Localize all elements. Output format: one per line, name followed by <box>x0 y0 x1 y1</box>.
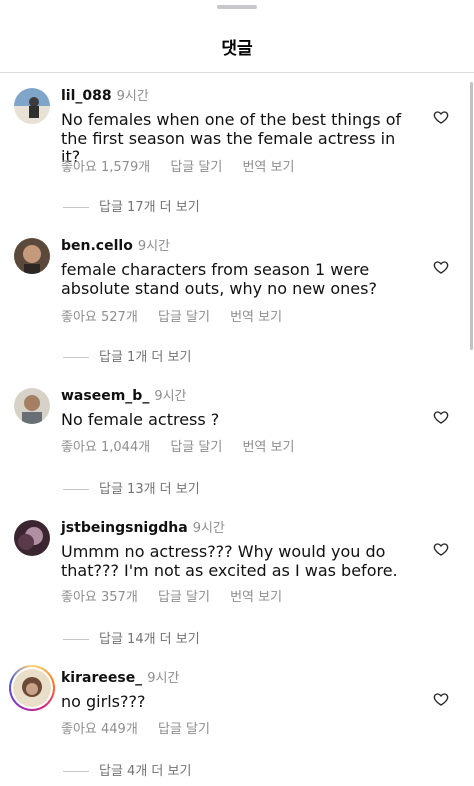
heart-icon[interactable] <box>433 691 449 707</box>
translate-button[interactable]: 번역 보기 <box>242 160 294 175</box>
view-replies-label: 답글 14개 더 보기 <box>99 632 200 647</box>
like-count[interactable]: 좋아요 357개 <box>61 590 138 605</box>
reply-button[interactable]: 답글 달기 <box>170 160 222 175</box>
comment-header: ben.cello 9시간 <box>61 238 170 255</box>
comment-text: No female actress ? <box>61 410 220 429</box>
replies-line <box>63 489 89 490</box>
reply-button[interactable]: 답글 달기 <box>158 310 210 325</box>
comments-title: 댓글 <box>221 39 253 59</box>
translate-button[interactable]: 번역 보기 <box>230 310 282 325</box>
comment-actions: 좋아요 1,579개 답글 달기 번역 보기 <box>61 156 310 175</box>
username[interactable]: waseem_b_ <box>61 388 149 404</box>
like-count[interactable]: 좋아요 449개 <box>61 722 138 737</box>
replies-line <box>63 639 89 640</box>
reply-button[interactable]: 답글 달기 <box>170 440 222 455</box>
view-replies-label: 답글 17개 더 보기 <box>99 200 200 215</box>
timestamp: 9시간 <box>154 389 187 404</box>
avatar[interactable] <box>14 88 50 124</box>
comment-text: female characters from season 1 were abs… <box>61 260 377 298</box>
reply-button[interactable]: 답글 달기 <box>158 590 210 605</box>
like-count[interactable]: 좋아요 1,044개 <box>61 440 150 455</box>
timestamp: 9시간 <box>192 521 225 536</box>
username[interactable]: jstbeingsnigdha <box>61 520 188 536</box>
view-replies-button[interactable]: 답글 4개 더 보기 <box>63 760 191 779</box>
view-replies-label: 답글 1개 더 보기 <box>99 350 192 365</box>
heart-icon[interactable] <box>433 109 449 125</box>
view-replies-label: 답글 4개 더 보기 <box>99 764 192 779</box>
avatar[interactable] <box>14 238 50 274</box>
timestamp: 9시간 <box>137 239 171 254</box>
view-replies-button[interactable]: 답글 13개 더 보기 <box>63 478 200 497</box>
heart-icon[interactable] <box>433 259 449 275</box>
avatar-story-ring[interactable] <box>9 665 55 711</box>
comment-header: lil_088 9시간 <box>61 88 149 105</box>
comment-header: waseem_b_ 9시간 <box>61 388 187 405</box>
translate-button[interactable]: 번역 보기 <box>242 440 294 455</box>
comment-text: no girls??? <box>61 692 146 711</box>
like-count[interactable]: 좋아요 1,579개 <box>61 160 150 175</box>
avatar <box>13 669 51 707</box>
heart-icon[interactable] <box>433 541 449 557</box>
replies-line <box>63 357 89 358</box>
avatar[interactable] <box>14 388 50 424</box>
reply-button[interactable]: 답글 달기 <box>158 722 210 737</box>
translate-button[interactable]: 번역 보기 <box>230 590 282 605</box>
username[interactable]: lil_088 <box>61 88 112 104</box>
comment-actions: 좋아요 449개 답글 달기 <box>61 718 226 737</box>
view-replies-label: 답글 13개 더 보기 <box>99 482 200 497</box>
username[interactable]: ben.cello <box>61 238 133 254</box>
view-replies-button[interactable]: 답글 1개 더 보기 <box>63 346 191 365</box>
view-replies-button[interactable]: 답글 14개 더 보기 <box>63 628 200 647</box>
comment-header: jstbeingsnigdha 9시간 <box>61 520 225 537</box>
comment-actions: 좋아요 527개 답글 달기 번역 보기 <box>61 306 298 325</box>
comment-actions: 좋아요 1,044개 답글 달기 번역 보기 <box>61 436 310 455</box>
scrollbar[interactable] <box>470 82 473 350</box>
comment-header: kirareese_ 9시간 <box>61 670 179 687</box>
view-replies-button[interactable]: 답글 17개 더 보기 <box>63 196 200 215</box>
like-count[interactable]: 좋아요 527개 <box>61 310 138 325</box>
header-divider <box>0 72 474 73</box>
comment-actions: 좋아요 357개 답글 달기 번역 보기 <box>61 586 298 605</box>
sheet-grabber-handle[interactable] <box>217 5 257 9</box>
timestamp: 9시간 <box>116 89 149 104</box>
comment-text: Ummm no actress??? Why would you do that… <box>61 542 398 580</box>
replies-line <box>63 207 89 208</box>
username[interactable]: kirareese_ <box>61 670 142 686</box>
timestamp: 9시간 <box>147 671 180 686</box>
heart-icon[interactable] <box>433 409 449 425</box>
avatar[interactable] <box>14 520 50 556</box>
replies-line <box>63 771 89 772</box>
